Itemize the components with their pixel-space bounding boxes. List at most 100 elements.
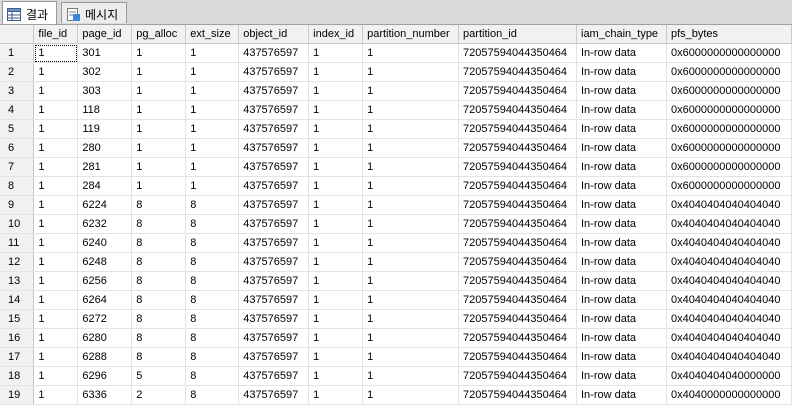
cell-pfs-bytes[interactable]: 0x6000000000000000 <box>666 81 792 101</box>
cell-file-id[interactable]: 1 <box>33 328 79 348</box>
cell-page-id[interactable]: 6288 <box>77 347 133 367</box>
row-number[interactable]: 12 <box>0 252 35 272</box>
cell-page-id[interactable]: 6248 <box>77 252 133 272</box>
row-number[interactable]: 9 <box>0 195 35 215</box>
row-number[interactable]: 16 <box>0 328 35 348</box>
cell-index-id[interactable]: 1 <box>308 366 364 386</box>
cell-index-id[interactable]: 1 <box>308 233 364 253</box>
cell-page-id[interactable]: 6264 <box>77 290 133 310</box>
cell-object-id[interactable]: 437576597 <box>238 62 310 82</box>
cell-partition-id[interactable]: 72057594044350464 <box>458 176 577 196</box>
cell-file-id[interactable]: 1 <box>33 366 79 386</box>
cell-page-id[interactable]: 301 <box>77 43 133 63</box>
cell-pfs-bytes[interactable]: 0x4040404040404040 <box>666 195 792 215</box>
cell-partition-id[interactable]: 72057594044350464 <box>458 195 577 215</box>
cell-pfs-bytes[interactable]: 0x6000000000000000 <box>666 100 792 120</box>
table-row[interactable]: 16 1 6280 8 8 437576597 1 1 72057594044350464 In-… <box>0 328 792 348</box>
row-number[interactable]: 4 <box>0 100 35 120</box>
table-row[interactable]: 8 1 284 1 1 437576597 1 1 72057594044350464 In-ro… <box>0 176 792 196</box>
row-number[interactable]: 18 <box>0 366 35 386</box>
cell-index-id[interactable]: 1 <box>308 347 364 367</box>
cell-iam-chain-type[interactable]: In-row data <box>576 138 667 158</box>
cell-partition-number[interactable]: 1 <box>362 233 460 253</box>
cell-object-id[interactable]: 437576597 <box>238 138 310 158</box>
table-row[interactable]: 2 1 302 1 1 437576597 1 1 72057594044350464 In-ro… <box>0 62 792 82</box>
cell-pfs-bytes[interactable]: 0x4040404040404040 <box>666 328 792 348</box>
table-row[interactable]: 13 1 6256 8 8 437576597 1 1 72057594044350464 In-… <box>0 271 792 291</box>
cell-partition-number[interactable]: 1 <box>362 271 460 291</box>
cell-file-id[interactable]: 1 <box>33 309 79 329</box>
cell-page-id[interactable]: 284 <box>77 176 133 196</box>
cell-page-id[interactable]: 6224 <box>77 195 133 215</box>
table-row[interactable]: 10 1 6232 8 8 437576597 1 1 72057594044350464 In-… <box>0 214 792 234</box>
cell-file-id[interactable]: 1 <box>33 252 79 272</box>
cell-partition-number[interactable]: 1 <box>362 290 460 310</box>
cell-partition-id[interactable]: 72057594044350464 <box>458 366 577 386</box>
cell-ext-size[interactable]: 1 <box>185 157 240 177</box>
row-number[interactable]: 10 <box>0 214 35 234</box>
cell-pg-alloc[interactable]: 8 <box>131 195 187 215</box>
row-number[interactable]: 6 <box>0 138 35 158</box>
cell-partition-number[interactable]: 1 <box>362 157 460 177</box>
cell-pg-alloc[interactable]: 1 <box>131 176 187 196</box>
cell-pfs-bytes[interactable]: 0x4040404040000000 <box>666 366 792 386</box>
row-number[interactable]: 2 <box>0 62 35 82</box>
cell-pg-alloc[interactable]: 2 <box>131 385 187 405</box>
row-number[interactable]: 14 <box>0 290 35 310</box>
cell-pg-alloc[interactable]: 8 <box>131 252 187 272</box>
cell-index-id[interactable]: 1 <box>308 385 364 405</box>
cell-page-id[interactable]: 6272 <box>77 309 133 329</box>
cell-partition-id[interactable]: 72057594044350464 <box>458 43 577 63</box>
cell-pg-alloc[interactable]: 1 <box>131 100 187 120</box>
cell-partition-number[interactable]: 1 <box>362 328 460 348</box>
cell-pfs-bytes[interactable]: 0x6000000000000000 <box>666 62 792 82</box>
table-row[interactable]: 6 1 280 1 1 437576597 1 1 72057594044350464 In-ro… <box>0 138 792 158</box>
cell-partition-number[interactable]: 1 <box>362 176 460 196</box>
cell-iam-chain-type[interactable]: In-row data <box>576 62 667 82</box>
cell-index-id[interactable]: 1 <box>308 62 364 82</box>
row-number[interactable]: 1 <box>0 43 35 63</box>
cell-page-id[interactable]: 6296 <box>77 366 133 386</box>
cell-object-id[interactable]: 437576597 <box>238 119 310 139</box>
cell-file-id[interactable]: 1 <box>33 119 79 139</box>
cell-index-id[interactable]: 1 <box>308 252 364 272</box>
cell-index-id[interactable]: 1 <box>308 271 364 291</box>
cell-partition-number[interactable]: 1 <box>362 138 460 158</box>
cell-file-id[interactable]: 1 <box>33 157 79 177</box>
cell-partition-id[interactable]: 72057594044350464 <box>458 157 577 177</box>
cell-file-id[interactable]: 1 <box>33 43 79 63</box>
cell-partition-id[interactable]: 72057594044350464 <box>458 62 577 82</box>
cell-pg-alloc[interactable]: 8 <box>131 233 187 253</box>
cell-partition-id[interactable]: 72057594044350464 <box>458 271 577 291</box>
cell-pfs-bytes[interactable]: 0x4040404040404040 <box>666 347 792 367</box>
column-header-partition-number[interactable]: partition_number <box>362 25 460 44</box>
cell-pfs-bytes[interactable]: 0x4040404040404040 <box>666 233 792 253</box>
cell-ext-size[interactable]: 8 <box>185 366 240 386</box>
cell-iam-chain-type[interactable]: In-row data <box>576 214 667 234</box>
tab-messages[interactable]: 메시지 <box>61 2 127 23</box>
cell-page-id[interactable]: 6256 <box>77 271 133 291</box>
cell-partition-number[interactable]: 1 <box>362 119 460 139</box>
cell-index-id[interactable]: 1 <box>308 309 364 329</box>
cell-object-id[interactable]: 437576597 <box>238 176 310 196</box>
cell-iam-chain-type[interactable]: In-row data <box>576 271 667 291</box>
cell-pg-alloc[interactable]: 1 <box>131 119 187 139</box>
cell-index-id[interactable]: 1 <box>308 214 364 234</box>
cell-file-id[interactable]: 1 <box>33 347 79 367</box>
column-header-page-id[interactable]: page_id <box>77 25 133 44</box>
cell-ext-size[interactable]: 1 <box>185 81 240 101</box>
cell-file-id[interactable]: 1 <box>33 81 79 101</box>
cell-iam-chain-type[interactable]: In-row data <box>576 385 667 405</box>
cell-object-id[interactable]: 437576597 <box>238 233 310 253</box>
cell-object-id[interactable]: 437576597 <box>238 309 310 329</box>
row-number[interactable]: 13 <box>0 271 35 291</box>
cell-partition-number[interactable]: 1 <box>362 195 460 215</box>
column-header-object-id[interactable]: object_id <box>238 25 310 44</box>
cell-pg-alloc[interactable]: 8 <box>131 328 187 348</box>
cell-pfs-bytes[interactable]: 0x4040404040404040 <box>666 290 792 310</box>
cell-ext-size[interactable]: 1 <box>185 62 240 82</box>
cell-file-id[interactable]: 1 <box>33 233 79 253</box>
cell-index-id[interactable]: 1 <box>308 81 364 101</box>
cell-object-id[interactable]: 437576597 <box>238 366 310 386</box>
cell-partition-id[interactable]: 72057594044350464 <box>458 81 577 101</box>
